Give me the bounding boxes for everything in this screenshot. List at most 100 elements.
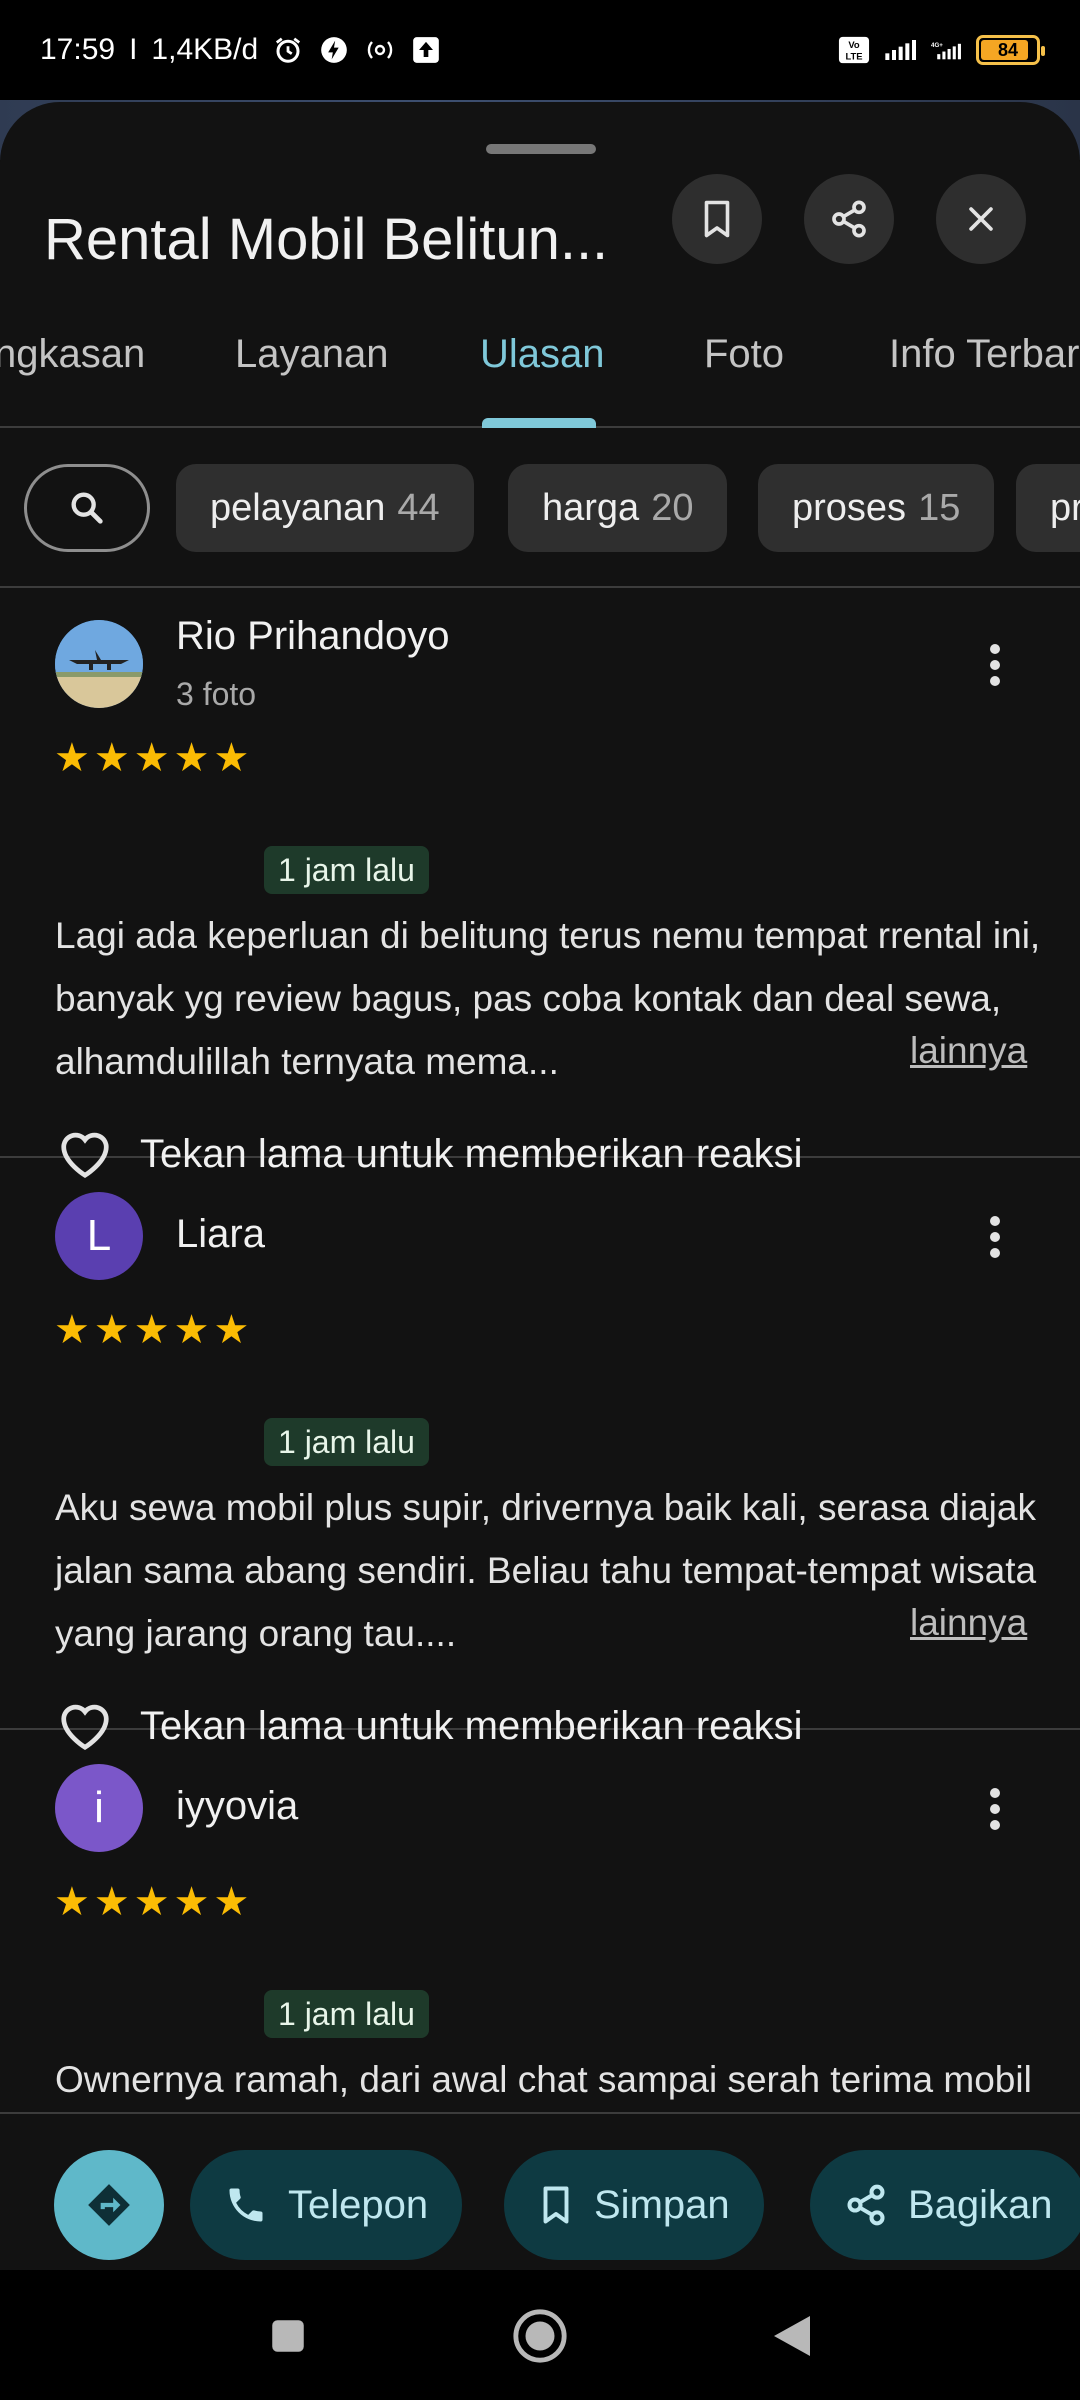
share-label: Bagikan <box>908 2182 1053 2227</box>
tab-overview[interactable]: ngkasan <box>0 332 145 377</box>
avatar[interactable]: L <box>55 1192 143 1280</box>
tab-services[interactable]: Layanan <box>235 332 388 377</box>
read-more-link[interactable]: lainnya <box>900 1602 1028 1644</box>
phone-icon <box>229 2188 263 2222</box>
active-tab-indicator <box>482 418 596 428</box>
charging-bolt-icon <box>318 34 350 66</box>
chip-label: pelayanan <box>210 486 386 529</box>
network-speed: 1,4KB/d <box>151 33 259 66</box>
place-details-sheet: Rental Mobil Belitun... ngkasan Layanan … <box>0 102 1080 2270</box>
reviewer-name[interactable]: Rio Prihandoyo <box>176 614 450 659</box>
star-icon: ★ <box>133 736 170 780</box>
chip-count: 44 <box>397 486 440 529</box>
svg-text:4G+: 4G+ <box>931 42 943 49</box>
star-icon: ★ <box>213 1880 250 1924</box>
svg-text:Vo: Vo <box>848 39 860 50</box>
chip-proses[interactable]: proses 15 <box>758 464 995 552</box>
close-button[interactable] <box>936 174 1026 264</box>
save-place-button[interactable]: Simpan <box>504 2150 764 2260</box>
star-rating: ★ ★ ★ ★ ★ <box>54 1882 249 1922</box>
chip-count: 20 <box>651 486 694 529</box>
chip-label: pr <box>1050 486 1080 529</box>
star-icon: ★ <box>173 1880 210 1924</box>
tab-updates[interactable]: Info Terbaru <box>889 332 1080 377</box>
review-filter-chips: pelayanan 44 harga 20 proses 15 pr <box>0 428 1080 588</box>
bookmark-icon <box>704 200 730 238</box>
avatar[interactable] <box>55 620 143 708</box>
review-body: Lagi ada keperluan di belitung terus nem… <box>55 915 1041 1082</box>
star-icon: ★ <box>173 736 210 780</box>
back-triangle-icon <box>774 2316 810 2356</box>
review-text: Aku sewa mobil plus supir, drivernya bai… <box>55 1476 1045 1665</box>
close-icon <box>969 207 993 231</box>
recents-button[interactable] <box>258 2306 318 2366</box>
review-text: Lagi ada keperluan di belitung terus nem… <box>55 904 1045 1093</box>
chip-count: 15 <box>918 486 961 529</box>
back-button[interactable] <box>762 2306 822 2366</box>
chip-label: harga <box>542 486 640 529</box>
star-icon: ★ <box>93 736 130 780</box>
chip-partial[interactable]: pr <box>1016 464 1080 552</box>
star-icon: ★ <box>133 1308 170 1352</box>
airplane-photo-avatar <box>55 620 143 708</box>
star-icon: ★ <box>133 1880 170 1924</box>
sheet-header: Rental Mobil Belitun... <box>0 182 1080 302</box>
star-icon: ★ <box>54 736 90 780</box>
more-vert-icon <box>990 1788 1000 1830</box>
review-more-options-button[interactable] <box>970 630 1020 700</box>
chip-harga[interactable]: harga 20 <box>508 464 728 552</box>
bookmark-icon <box>543 2186 569 2224</box>
star-icon: ★ <box>93 1308 130 1352</box>
tab-photos[interactable]: Foto <box>704 332 784 377</box>
review-time-badge: 1 jam lalu <box>264 1990 429 2038</box>
read-more-link[interactable]: lainnya <box>900 1030 1028 1072</box>
star-rating: ★ ★ ★ ★ ★ <box>54 1310 249 1350</box>
tab-reviews[interactable]: Ulasan <box>480 332 605 377</box>
alarm-icon <box>272 34 304 66</box>
star-icon: ★ <box>213 736 250 780</box>
4g-signal-icon: 4G+ <box>930 34 962 66</box>
status-separator: I <box>129 33 138 66</box>
review-more-options-button[interactable] <box>970 1774 1020 1844</box>
share-place-button[interactable]: Bagikan <box>810 2150 1080 2260</box>
save-button[interactable] <box>672 174 762 264</box>
star-icon: ★ <box>213 1308 250 1352</box>
action-bar: Telepon Simpan Bagikan <box>0 2112 1080 2270</box>
home-button[interactable] <box>510 2306 570 2366</box>
call-label: Telepon <box>288 2182 429 2227</box>
tab-bar: ngkasan Layanan Ulasan Foto Info Terbaru <box>0 302 1080 428</box>
signal-icon <box>884 34 916 66</box>
avatar[interactable]: i <box>55 1764 143 1852</box>
home-circle-icon <box>513 2309 567 2363</box>
svg-text:LTE: LTE <box>845 50 862 61</box>
directions-button[interactable] <box>54 2150 164 2260</box>
review-time-badge: 1 jam lalu <box>264 1418 429 1466</box>
call-button[interactable]: Telepon <box>190 2150 463 2260</box>
review-time-badge: 1 jam lalu <box>264 846 429 894</box>
square-icon <box>272 2320 304 2352</box>
share-icon <box>847 2184 885 2226</box>
reviewer-name[interactable]: Liara <box>176 1212 265 1257</box>
star-rating: ★ ★ ★ ★ ★ <box>54 738 249 778</box>
share-button[interactable] <box>804 174 894 264</box>
more-vert-icon <box>990 1216 1000 1258</box>
review-more-options-button[interactable] <box>970 1202 1020 1272</box>
drag-handle[interactable] <box>486 144 596 154</box>
system-nav-bar <box>0 2270 1080 2400</box>
directions-icon <box>88 2184 130 2226</box>
review-card: L Liara ★ ★ ★ ★ ★ 1 jam lalu Aku sewa mobil … <box>0 1160 1080 1751</box>
save-label: Simpan <box>594 2182 730 2227</box>
status-time: 17:59 <box>40 33 116 66</box>
volte-icon: Vo LTE <box>838 34 870 66</box>
search-reviews-button[interactable] <box>24 464 150 552</box>
search-icon <box>71 492 103 524</box>
status-bar: 17:59 I 1,4KB/d Vo LTE 4G+ 84 <box>0 0 1080 100</box>
star-icon: ★ <box>54 1880 90 1924</box>
chip-pelayanan[interactable]: pelayanan 44 <box>176 464 474 552</box>
more-vert-icon <box>990 644 1000 686</box>
star-icon: ★ <box>93 1880 130 1924</box>
star-icon: ★ <box>54 1308 90 1352</box>
reviewer-name[interactable]: iyyovia <box>176 1784 298 1829</box>
hotspot-icon <box>364 34 396 66</box>
review-card: Rio Prihandoyo 3 foto ★ ★ ★ ★ ★ 1 jam lalu L… <box>0 588 1080 1179</box>
